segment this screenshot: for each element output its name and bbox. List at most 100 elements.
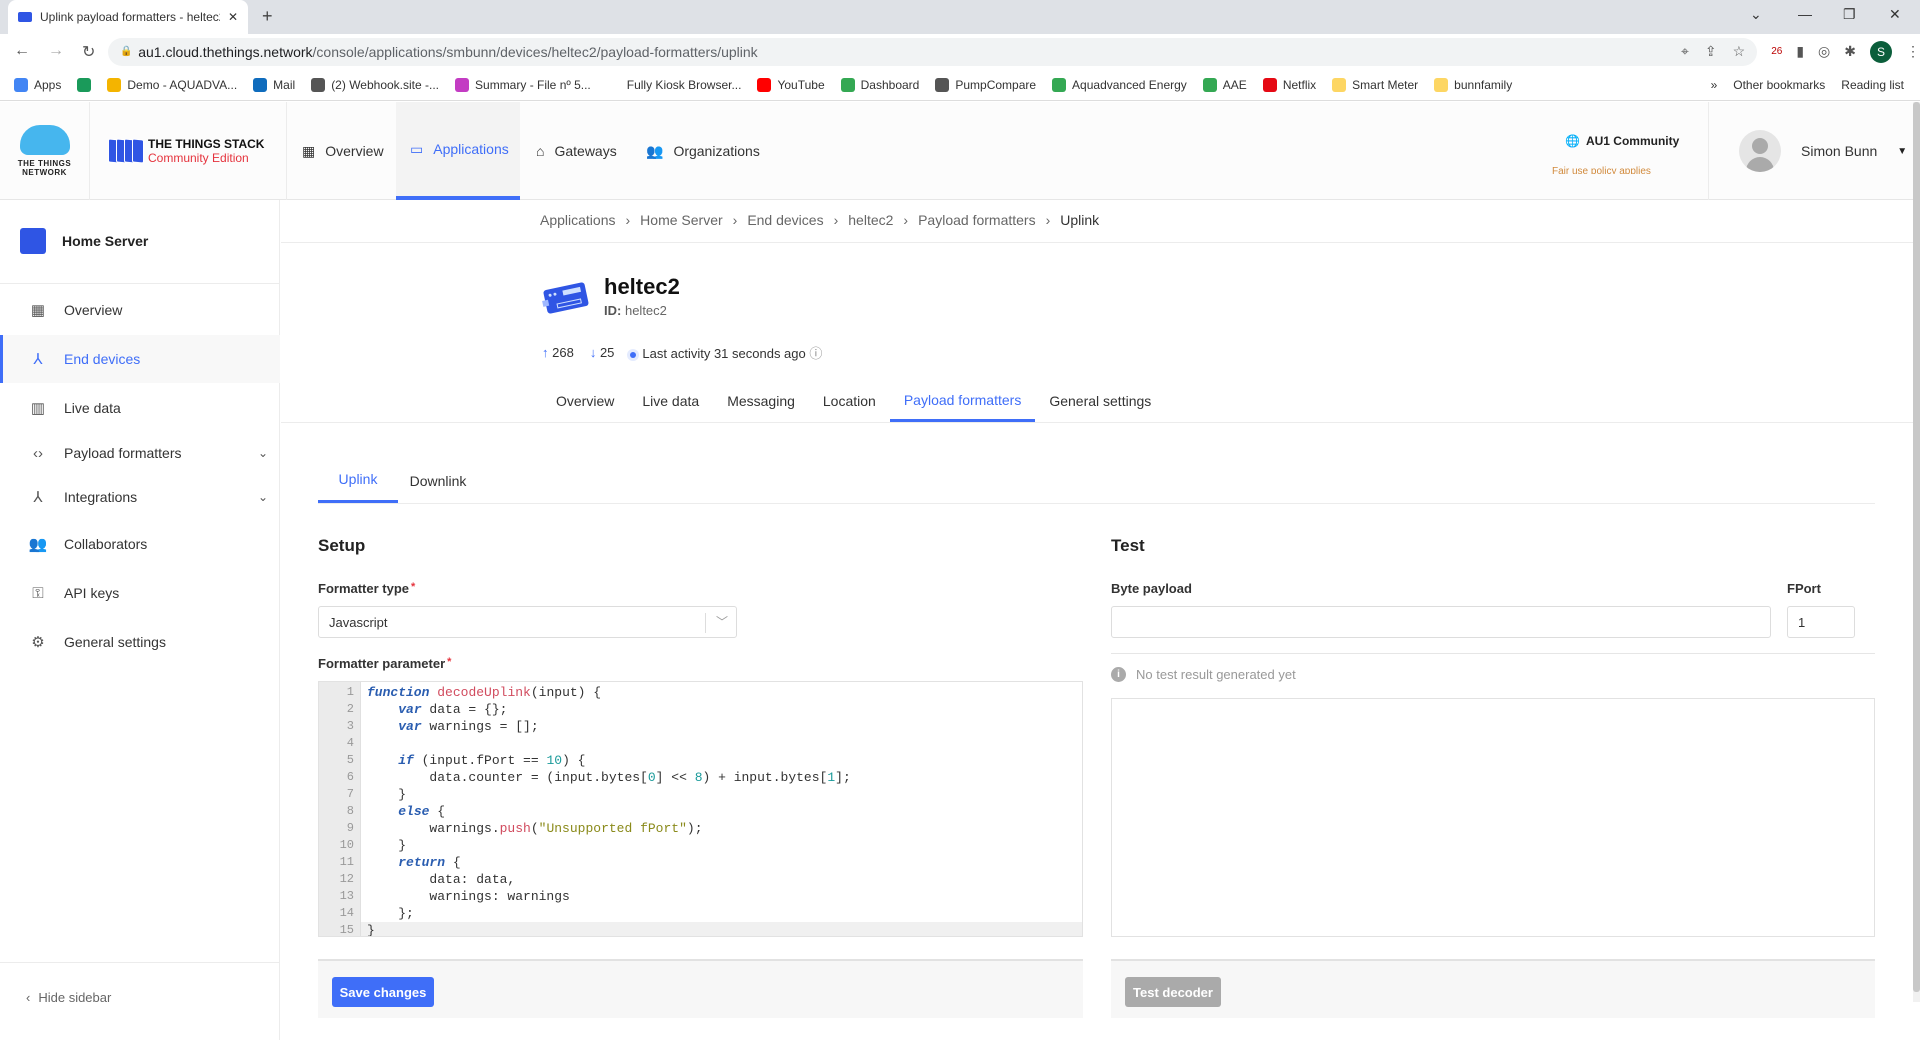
device-icon [542, 282, 589, 314]
sidebar-item-end-devices[interactable]: ⅄ End devices [0, 335, 280, 383]
bookmark-label: Netflix [1282, 77, 1317, 92]
sidebar-item-overview[interactable]: ▦ Overview [0, 286, 280, 334]
byte-payload-input[interactable] [1111, 606, 1771, 638]
bookmark-item[interactable]: AAE [1202, 77, 1247, 92]
bookmark-item[interactable]: YouTube [757, 77, 825, 92]
breadcrumb-item[interactable]: End devices [747, 212, 823, 228]
sidebar-item-integrations[interactable]: ⅄ Integrations ⌄ [0, 473, 280, 521]
code-line: var data = {}; [398, 702, 508, 717]
more-bookmarks-button[interactable]: » [1711, 78, 1718, 92]
chevron-right-icon: › [625, 212, 631, 228]
tab-messaging[interactable]: Messaging [713, 380, 809, 422]
sidebar-item-label: End devices [64, 351, 141, 367]
bookmark-item[interactable]: Fully Kiosk Browser... [606, 77, 741, 92]
tab-overview[interactable]: Overview [542, 380, 628, 422]
bookmark-icon [14, 77, 28, 92]
close-tab-icon[interactable]: ✕ [228, 10, 238, 24]
bookmark-item[interactable]: Netflix [1262, 77, 1317, 92]
nav-gateways[interactable]: ⌂ Gateways [522, 102, 631, 200]
new-tab-button[interactable]: + [262, 6, 273, 27]
application-title[interactable]: Home Server [20, 228, 148, 254]
restore-button[interactable]: ❐ [1843, 6, 1856, 23]
nav-applications[interactable]: ▭ Applications [396, 102, 520, 200]
sidebar-item-payload-formatters[interactable]: ‹› Payload formatters ⌄ [0, 429, 280, 477]
code-editor[interactable]: 1 2 3 4 5 6 7 8 9 10 11 12 13 14 15 function decodeUpl… [318, 681, 1083, 937]
bookmark-item[interactable]: PumpCompare [935, 77, 1036, 92]
sidebar-item-api-keys[interactable]: ⚿ API keys [0, 569, 280, 617]
code-content[interactable]: function decodeUplink(input) { var data … [361, 684, 1082, 936]
star-icon[interactable]: ☆ [1733, 43, 1746, 60]
nav-overview[interactable]: ▦ Overview [288, 102, 398, 200]
nav-label: Organizations [673, 143, 760, 159]
help-icon[interactable]: ⓘ [809, 346, 822, 361]
breadcrumb-item: Uplink [1060, 212, 1100, 228]
bookmark-item[interactable]: Aquadvanced Energy [1052, 77, 1187, 92]
bookmark-icon [757, 77, 772, 92]
status-dot-icon [630, 352, 637, 358]
location-icon[interactable]: ⌖ [1681, 43, 1689, 60]
bookmark-label: Mail [273, 77, 296, 92]
forward-icon[interactable]: → [48, 42, 64, 62]
test-decoder-button[interactable]: Test decoder [1125, 977, 1221, 1007]
bookmark-label: bunnfamily [1454, 77, 1513, 92]
save-changes-button[interactable]: Save changes [332, 977, 434, 1007]
extension-icon[interactable]: ◎ [1818, 43, 1830, 60]
sidebar-item-label: General settings [64, 634, 166, 650]
bookmark-item[interactable]: bunnfamily [1434, 77, 1513, 92]
arrow-down-icon: ↓ [589, 345, 597, 360]
bookmark-item[interactable]: Mail [253, 77, 296, 92]
back-icon[interactable]: ← [14, 42, 30, 62]
devices-icon: ⅄ [33, 351, 43, 368]
tab-live-data[interactable]: Live data [628, 380, 713, 422]
sidebar-item-collaborators[interactable]: 👥 Collaborators [0, 520, 280, 568]
extension-icon[interactable]: 26 [1771, 46, 1782, 57]
divider [0, 962, 280, 963]
breadcrumb-item[interactable]: Payload formatters [918, 212, 1036, 228]
uplink-value: 268 [552, 345, 574, 360]
puzzle-icon[interactable]: ✱ [1844, 43, 1856, 60]
formatter-type-select[interactable]: Javascript ﹀ [318, 606, 737, 638]
bookmark-item[interactable] [77, 77, 92, 92]
minimize-button[interactable]: — [1798, 6, 1812, 22]
fair-use-notice[interactable]: Fair use policy applies [1552, 166, 1651, 174]
share-icon[interactable]: ⇪ [1705, 43, 1717, 60]
sidebar-item-live-data[interactable]: ▥ Live data [0, 384, 280, 432]
tab-uplink[interactable]: Uplink [318, 458, 398, 503]
address-bar[interactable]: 🔒 au1.cloud.thethings.network/console/ap… [108, 37, 1758, 66]
breadcrumb-item[interactable]: heltec2 [848, 212, 893, 228]
tab-general-settings[interactable]: General settings [1035, 380, 1165, 422]
profile-avatar[interactable]: S [1870, 40, 1892, 63]
menu-icon[interactable]: ⋮ [1906, 43, 1920, 60]
nav-organizations[interactable]: 👥 Organizations [632, 102, 774, 200]
sidebar-item-general-settings[interactable]: ⚙ General settings [0, 618, 280, 666]
tab-downlink[interactable]: Downlink [398, 458, 478, 503]
bookmark-item[interactable]: Smart Meter [1332, 77, 1418, 92]
bookmark-item[interactable]: Apps [14, 77, 61, 92]
bookmark-label: (2) Webhook.site -... [331, 77, 440, 92]
breadcrumb-item[interactable]: Applications [540, 212, 616, 228]
tab-payload-formatters[interactable]: Payload formatters [889, 380, 1036, 422]
close-window-button[interactable]: ✕ [1889, 6, 1901, 23]
tab-location[interactable]: Location [809, 380, 890, 422]
extension-icon[interactable]: ▮ [1796, 43, 1804, 60]
reading-list[interactable]: Reading list [1841, 78, 1904, 92]
bookmark-item[interactable]: (2) Webhook.site -... [311, 77, 440, 92]
scrollbar-thumb[interactable] [1913, 102, 1920, 992]
bookmark-item[interactable]: Demo - AQUADVA... [107, 77, 237, 92]
user-menu[interactable]: Simon Bunn ▼ [1708, 102, 1920, 200]
tts-logo[interactable]: THE THINGS STACK Community Edition [90, 102, 287, 200]
hide-sidebar-button[interactable]: ‹ Hide sidebar [26, 990, 111, 1005]
chevron-right-icon: › [1045, 212, 1051, 228]
bookmark-item[interactable]: Summary - File nº 5... [455, 77, 591, 92]
browser-tab[interactable]: Uplink payload formatters - heltec2 ✕ [8, 0, 248, 34]
tab-search-icon[interactable]: ⌄ [1750, 6, 1762, 23]
breadcrumb-item[interactable]: Home Server [640, 212, 722, 228]
cluster-selector[interactable]: 🌐 AU1 Community [1565, 134, 1679, 148]
bookmark-item[interactable]: Dashboard [840, 77, 919, 92]
other-bookmarks[interactable]: Other bookmarks [1733, 78, 1825, 92]
line-number: 10 [339, 838, 354, 852]
fport-input[interactable]: 1 [1787, 606, 1855, 638]
reload-icon[interactable]: ↻ [82, 42, 95, 62]
gear-icon: ⚙ [31, 634, 45, 651]
ttn-logo[interactable]: THE THINGS NETWORK [0, 102, 90, 200]
